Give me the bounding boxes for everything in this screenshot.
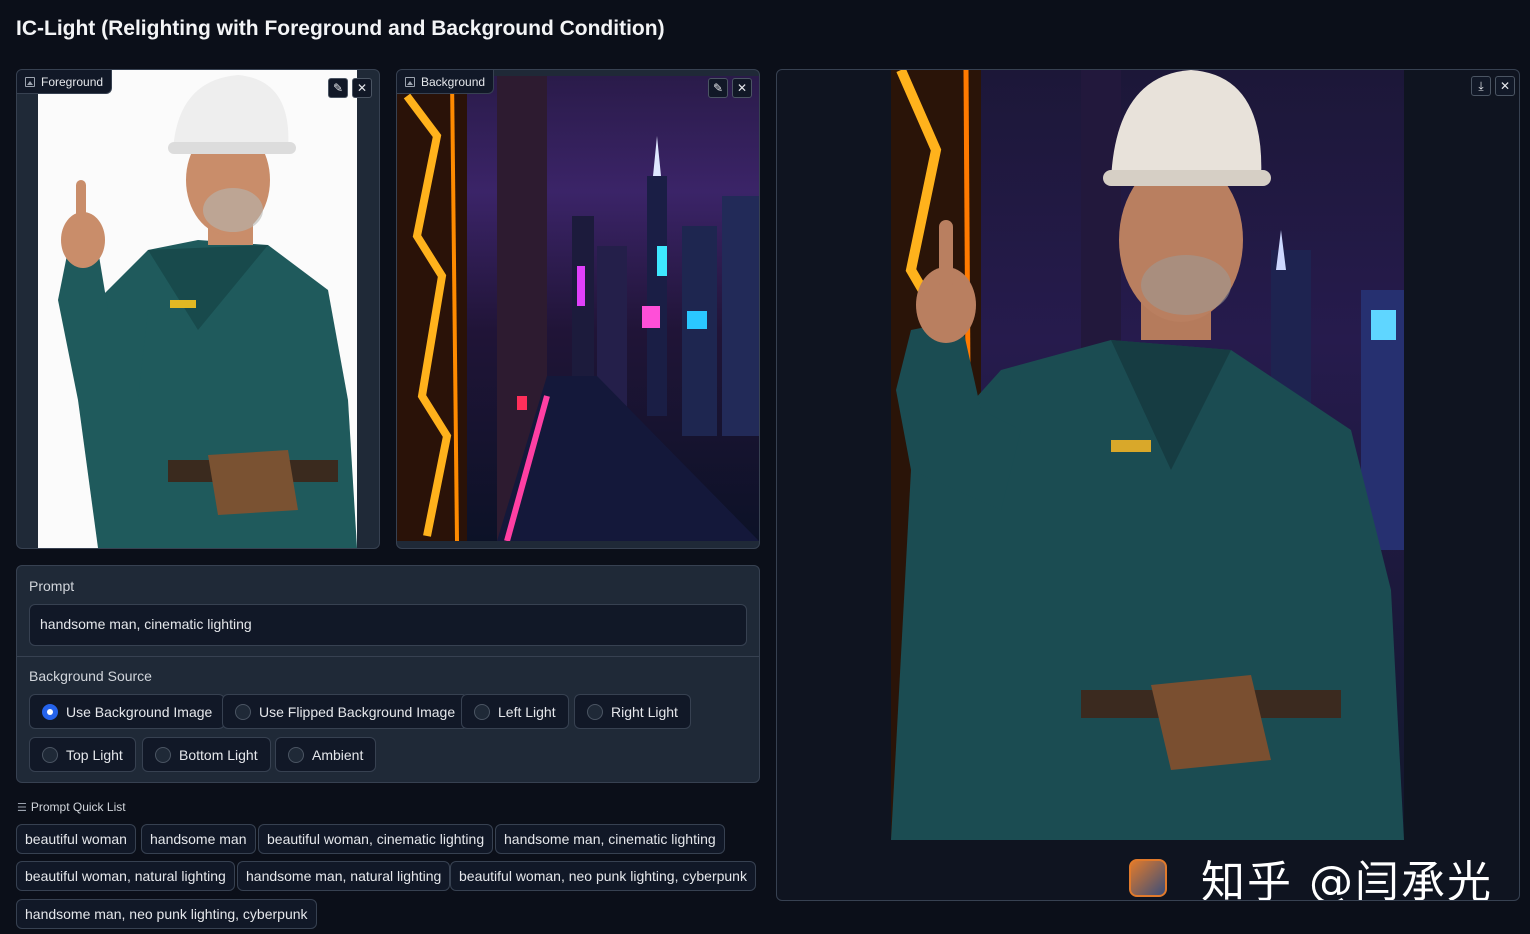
- quick-prompt-chip[interactable]: beautiful woman, natural lighting: [16, 861, 235, 891]
- edit-button[interactable]: ✎: [708, 78, 728, 98]
- download-button[interactable]: ⤓: [1471, 76, 1491, 96]
- prompt-quick-list-label: ☰ Prompt Quick List: [17, 800, 126, 814]
- foreground-image-panel[interactable]: Foreground ✎ ✕: [16, 69, 380, 549]
- radio-use-background-image[interactable]: Use Background Image: [29, 694, 226, 729]
- radio-ambient[interactable]: Ambient: [275, 737, 377, 772]
- watermark: 知乎 @闫承光: [1129, 846, 1493, 900]
- prompt-settings-panel: Prompt handsome man, cinematic lighting …: [16, 565, 760, 783]
- radio-use-flipped-background-image[interactable]: Use Flipped Background Image: [222, 694, 469, 729]
- background-image: [397, 75, 759, 542]
- prompt-input[interactable]: handsome man, cinematic lighting: [29, 604, 747, 646]
- radio-dot: [155, 746, 171, 763]
- radio-dot: [42, 746, 58, 763]
- clear-button[interactable]: ✕: [352, 78, 372, 98]
- output-image[interactable]: [891, 70, 1404, 840]
- image-icon: [405, 76, 415, 87]
- radio-right-light[interactable]: Right Light: [574, 694, 691, 729]
- output-gallery-panel: ⤓ ✕ 知乎 @闫承光: [776, 69, 1520, 901]
- quick-prompt-chip[interactable]: handsome man, cinematic lighting: [495, 824, 725, 854]
- background-source-label: Background Source: [29, 668, 152, 684]
- clear-button[interactable]: ✕: [732, 78, 752, 98]
- watermark-avatar: [1129, 859, 1167, 897]
- foreground-label: Foreground: [17, 70, 113, 94]
- background-image-panel[interactable]: Background ✎ ✕: [396, 69, 760, 549]
- radio-left-light[interactable]: Left Light: [461, 694, 569, 729]
- radio-dot: [474, 703, 490, 720]
- foreground-image: [38, 70, 357, 548]
- prompt-label: Prompt: [29, 578, 75, 594]
- edit-button[interactable]: ✎: [328, 78, 348, 98]
- quick-prompt-chip[interactable]: handsome man, natural lighting: [237, 861, 451, 891]
- background-label: Background: [397, 70, 495, 94]
- image-icon: [25, 76, 35, 87]
- radio-dot: [235, 703, 251, 720]
- radio-dot: [587, 703, 603, 720]
- page-title: IC-Light (Relighting with Foreground and…: [16, 17, 665, 40]
- quick-prompt-chip[interactable]: beautiful woman, cinematic lighting: [258, 824, 494, 854]
- radio-bottom-light[interactable]: Bottom Light: [142, 737, 271, 772]
- quick-prompt-chip[interactable]: beautiful woman: [16, 824, 136, 854]
- quick-prompt-chip[interactable]: beautiful woman, neo punk lighting, cybe…: [450, 861, 756, 891]
- close-button[interactable]: ✕: [1495, 76, 1515, 96]
- divider: [17, 656, 759, 657]
- radio-dot-selected: [42, 703, 58, 720]
- quick-prompt-chip[interactable]: handsome man: [141, 824, 256, 854]
- quick-prompt-chip[interactable]: handsome man, neo punk lighting, cyberpu…: [16, 899, 317, 929]
- radio-dot: [288, 746, 304, 763]
- radio-top-light[interactable]: Top Light: [29, 737, 136, 772]
- list-icon: ☰: [17, 801, 27, 814]
